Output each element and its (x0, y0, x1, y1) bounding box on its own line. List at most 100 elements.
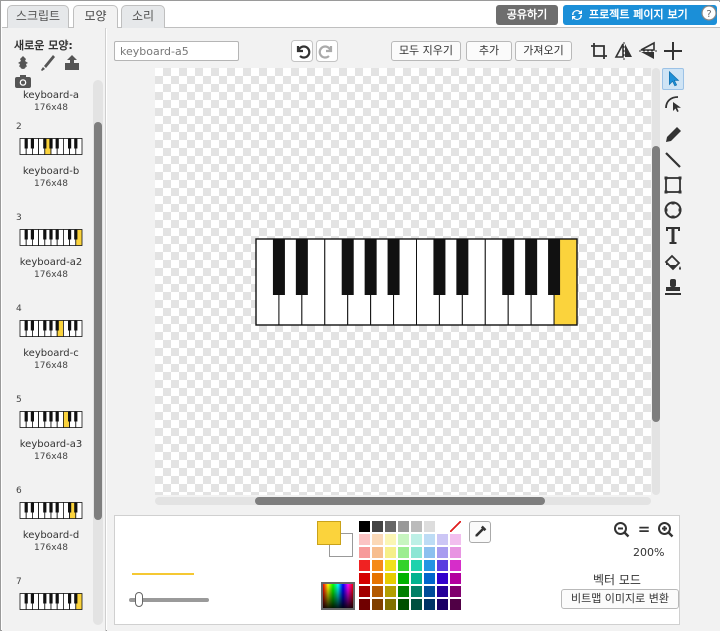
sprite-library-icon[interactable] (14, 54, 32, 72)
palette-color[interactable] (450, 573, 461, 584)
ellipse-icon[interactable] (662, 199, 684, 221)
paint-brush-icon[interactable] (39, 54, 57, 72)
palette-color[interactable] (424, 560, 435, 571)
palette-color[interactable] (437, 573, 448, 584)
canvas-vertical-scrollbar[interactable] (652, 68, 660, 495)
see-project-page-button[interactable]: 프로젝트 페이지 보기 (563, 5, 717, 25)
tab-scripts[interactable]: 스크립트 (7, 5, 69, 28)
no-color-swatch[interactable] (450, 521, 461, 532)
palette-color[interactable] (385, 547, 396, 558)
palette-color[interactable] (398, 573, 409, 584)
palette-color[interactable] (398, 521, 409, 532)
share-button[interactable]: 공유하기 (496, 5, 558, 25)
palette-color[interactable] (424, 599, 435, 610)
palette-color[interactable] (385, 599, 396, 610)
palette-color[interactable] (385, 586, 396, 597)
palette-color[interactable] (411, 586, 422, 597)
palette-color[interactable] (450, 560, 461, 571)
flip-vertical-icon[interactable] (637, 40, 659, 62)
palette-color[interactable] (385, 573, 396, 584)
palette-color[interactable] (437, 599, 448, 610)
palette-color[interactable] (411, 560, 422, 571)
import-button[interactable]: 가져오기 (515, 41, 572, 61)
color-picker-gradient[interactable] (321, 582, 355, 610)
drawing-canvas[interactable] (155, 68, 651, 495)
palette-color[interactable] (398, 560, 409, 571)
clear-button[interactable]: 모두 지우기 (391, 41, 461, 61)
palette-color[interactable] (437, 521, 448, 532)
text-tool-icon[interactable] (662, 224, 684, 246)
costume-list-scrollbar[interactable] (93, 80, 103, 625)
palette-color[interactable] (385, 534, 396, 545)
stroke-width-slider-knob[interactable] (135, 592, 143, 607)
palette-color[interactable] (450, 547, 461, 558)
palette-color[interactable] (424, 534, 435, 545)
palette-color[interactable] (359, 573, 370, 584)
set-center-icon[interactable] (662, 40, 684, 62)
zoom-out-icon[interactable] (613, 521, 631, 539)
palette-color[interactable] (372, 599, 383, 610)
redo-icon[interactable] (316, 40, 338, 62)
palette-color[interactable] (385, 521, 396, 532)
fill-bucket-icon[interactable] (662, 253, 684, 275)
palette-color[interactable] (424, 521, 435, 532)
crop-icon[interactable] (588, 40, 610, 62)
convert-to-bitmap-button[interactable]: 비트맵 이미지로 변환 (561, 589, 679, 609)
palette-color[interactable] (450, 586, 461, 597)
pencil-icon[interactable] (662, 124, 684, 146)
canvas-horizontal-scrollbar[interactable] (155, 497, 651, 505)
palette-color[interactable] (372, 547, 383, 558)
duplicate-stamp-icon[interactable] (662, 276, 684, 298)
undo-icon[interactable] (291, 40, 313, 62)
canvas-horizontal-scroll-thumb[interactable] (255, 497, 545, 505)
palette-color[interactable] (450, 534, 461, 545)
palette-color[interactable] (359, 547, 370, 558)
costume-list-scroll-thumb[interactable] (94, 122, 102, 520)
palette-color[interactable] (424, 573, 435, 584)
upload-icon[interactable] (63, 54, 81, 72)
help-icon[interactable]: ? (701, 5, 717, 21)
palette-color[interactable] (424, 547, 435, 558)
palette-color[interactable] (411, 521, 422, 532)
select-arrow-icon[interactable] (662, 68, 684, 90)
palette-color[interactable] (359, 534, 370, 545)
palette-color[interactable] (398, 586, 409, 597)
reshape-icon[interactable] (662, 93, 684, 115)
palette-color[interactable] (372, 560, 383, 571)
palette-color[interactable] (372, 534, 383, 545)
palette-color[interactable] (411, 547, 422, 558)
palette-color[interactable] (359, 599, 370, 610)
palette-color[interactable] (450, 599, 461, 610)
palette-color[interactable] (398, 547, 409, 558)
zoom-in-icon[interactable] (657, 521, 675, 539)
palette-color[interactable] (411, 599, 422, 610)
stroke-width-slider[interactable] (129, 592, 209, 607)
palette-color[interactable] (359, 560, 370, 571)
rectangle-icon[interactable] (662, 174, 684, 196)
add-button[interactable]: 추가 (466, 41, 512, 61)
palette-color[interactable] (372, 586, 383, 597)
line-icon[interactable] (662, 149, 684, 171)
eyedropper-icon[interactable] (469, 521, 491, 543)
palette-color[interactable] (398, 599, 409, 610)
palette-color[interactable] (385, 560, 396, 571)
palette-color[interactable] (411, 534, 422, 545)
palette-color[interactable] (359, 586, 370, 597)
canvas-vertical-scroll-thumb[interactable] (652, 146, 660, 422)
palette-color[interactable] (411, 573, 422, 584)
palette-color[interactable] (437, 560, 448, 571)
flip-horizontal-icon[interactable] (613, 40, 635, 62)
palette-color[interactable] (437, 534, 448, 545)
costume-name-input[interactable] (114, 41, 239, 61)
palette-color[interactable] (437, 586, 448, 597)
palette-color[interactable] (372, 521, 383, 532)
palette-color[interactable] (437, 547, 448, 558)
tab-costumes[interactable]: 모양 (73, 5, 118, 29)
palette-color[interactable] (359, 521, 370, 532)
zoom-reset-button[interactable]: = (635, 521, 653, 539)
primary-color-swatch[interactable] (317, 521, 341, 545)
palette-color[interactable] (424, 586, 435, 597)
palette-color[interactable] (372, 573, 383, 584)
tab-sounds[interactable]: 소리 (121, 5, 165, 28)
palette-color[interactable] (398, 534, 409, 545)
